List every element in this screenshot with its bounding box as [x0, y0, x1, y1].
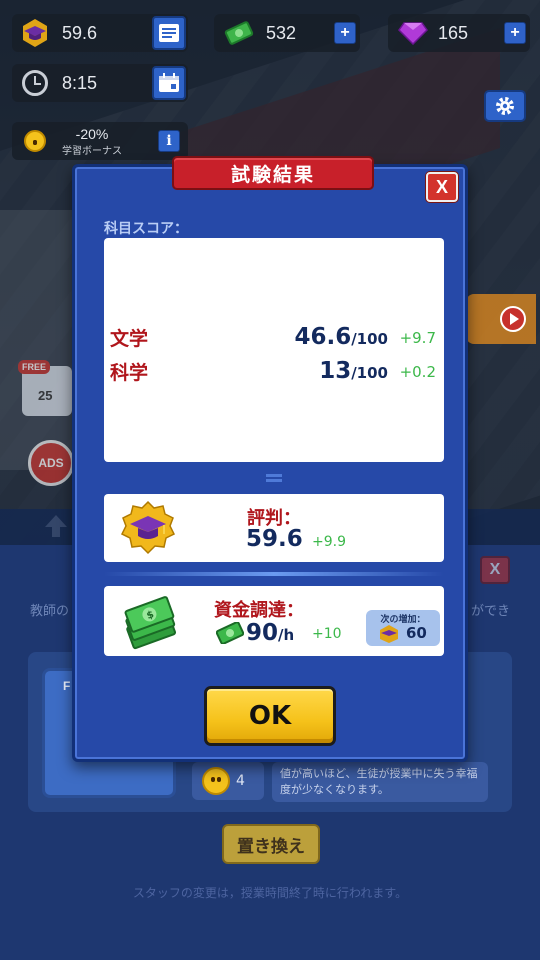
modal-close-button[interactable]: X: [426, 172, 458, 202]
graduation-cap-icon: [23, 19, 47, 47]
subject-score-card: 文学 46.6/100 +9.7 科学 13/100 +0.2: [104, 238, 444, 462]
smile-icon: [202, 767, 230, 795]
next-increase-value: 60: [406, 624, 427, 642]
funding-rate: 90/h: [246, 620, 294, 646]
time-counter: 8:15: [12, 64, 188, 102]
staff-panel-close-button[interactable]: X: [480, 556, 510, 584]
schedule-button[interactable]: [152, 66, 186, 100]
score-value: 13: [319, 358, 352, 384]
buy-gems-button[interactable]: +: [504, 22, 526, 44]
subject-name: 科学: [110, 362, 149, 384]
settings-button[interactable]: [484, 90, 526, 122]
replace-staff-button[interactable]: 置き換え: [222, 824, 320, 864]
subject-scores-label: 科目スコア：: [104, 221, 188, 237]
gem-value: 165: [438, 22, 469, 43]
score-max: /100: [351, 364, 388, 382]
funding-label: 資金調達：: [214, 600, 304, 621]
calendar-day: 25: [38, 388, 53, 403]
bonus-label: 学習ボーナス: [62, 145, 122, 157]
subject-row-science: 科学 13/100 +0.2: [104, 358, 444, 388]
score-max: /100: [351, 330, 388, 348]
happiness-note: 値が高いほど、生徒が授業中に失う幸福度が少なくなります。: [272, 762, 488, 802]
next-increase-box: 次の増加： 60: [366, 610, 440, 646]
calendar-icon: [159, 73, 179, 92]
reputation-value: 59.6: [62, 22, 98, 43]
ads-label: ADS: [38, 456, 64, 470]
free-badge: FREE: [18, 360, 51, 374]
ok-button[interactable]: OK: [204, 686, 336, 746]
money-stack-icon: $: [124, 596, 177, 650]
funding-card: $ 資金調達： 90/h +10 次の増加： 60: [104, 586, 444, 656]
reputation-counter: 59.6: [12, 14, 188, 52]
cash-counter: 532 +: [214, 14, 360, 52]
reputation-value: 59.6: [246, 526, 303, 552]
time-value: 8:15: [62, 72, 98, 93]
funding-delta: +10: [312, 626, 342, 642]
gem-counter: 165 +: [388, 14, 530, 52]
staff-desc-right: ができ: [470, 604, 510, 619]
remove-ads-button[interactable]: ADS: [28, 440, 74, 486]
play-icon: [500, 306, 526, 332]
subject-score: 46.6/100: [294, 324, 388, 350]
gem-icon: [398, 22, 428, 45]
score-delta: +9.7: [399, 329, 436, 347]
portrait-tag: F: [63, 679, 71, 693]
bonus-percent: -20%: [75, 125, 109, 142]
free-calendar-reward[interactable]: FREE 25: [18, 360, 72, 416]
reputation-mini-icon: [380, 625, 398, 643]
happiness-value: 4: [236, 773, 245, 789]
score-value: 46.6: [294, 324, 352, 350]
reputation-delta: +9.9: [312, 534, 346, 550]
score-delta: +0.2: [399, 363, 436, 381]
happy-face-icon: [24, 130, 46, 152]
list-icon: [159, 24, 179, 42]
staff-change-footer: スタッフの変更は，授業時間終了時に行われます。: [132, 886, 408, 900]
funding-unit: /h: [278, 626, 295, 644]
modal-title: 試験結果: [172, 156, 374, 190]
cash-value: 532: [266, 22, 297, 43]
learning-bonus-indicator: -20% 学習ボーナス i: [12, 122, 188, 160]
clock-icon: [22, 70, 48, 96]
watch-ad-cash-button[interactable]: [466, 294, 536, 344]
cash-icon: [224, 21, 254, 45]
buy-cash-button[interactable]: +: [334, 22, 356, 44]
stats-list-button[interactable]: [152, 16, 186, 50]
funding-value: 90: [246, 620, 279, 646]
equals-icon: [266, 474, 282, 482]
gear-icon: [496, 97, 514, 115]
subject-name: 文学: [110, 328, 149, 350]
section-divider: [104, 572, 444, 576]
subject-row-literature: 文学 46.6/100 +9.7: [104, 324, 444, 354]
cash-icon: [216, 622, 244, 644]
subject-score: 13/100: [319, 358, 388, 384]
happiness-stat: 4: [192, 762, 264, 800]
bonus-info-button[interactable]: i: [158, 130, 180, 152]
reputation-card: 評判： 59.6 +9.9: [104, 494, 444, 562]
staff-desc-left: 教師の: [30, 604, 70, 619]
